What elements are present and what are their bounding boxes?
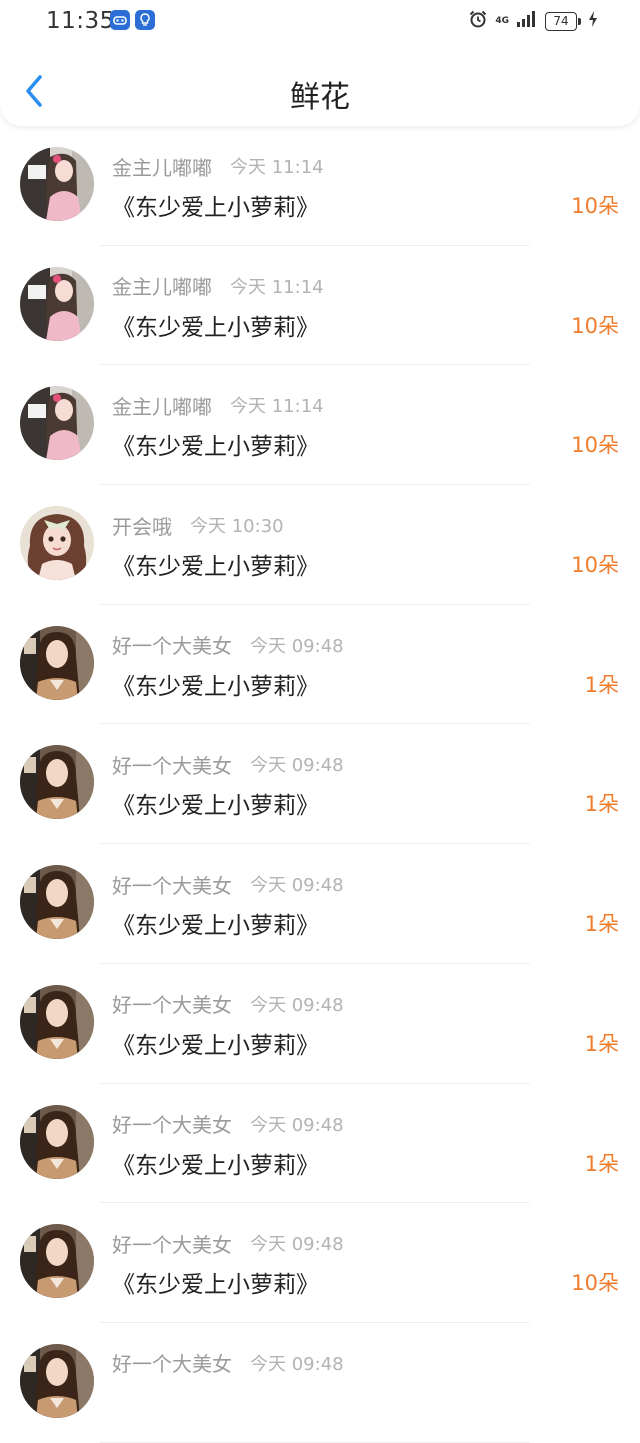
list-item[interactable]: 金主儿嘟嘟 今天 11:14 《东少爱上小萝莉》 10朵: [0, 365, 640, 486]
timestamp: 今天 11:14: [230, 396, 324, 418]
avatar[interactable]: [20, 266, 94, 341]
user-name: 金主儿嘟嘟: [112, 155, 212, 180]
flower-count: 10朵: [571, 433, 619, 458]
app-header: 11:35 4G 74 鲜花: [0, 0, 640, 126]
timestamp: 今天 09:48: [250, 1114, 344, 1136]
book-title: 《东少爱上小萝莉》: [112, 1152, 319, 1179]
item-meta: 好一个大美女 今天 09:48: [112, 631, 344, 659]
avatar[interactable]: [20, 147, 94, 221]
timestamp: 今天 10:30: [190, 516, 284, 538]
avatar[interactable]: [20, 745, 94, 820]
list-item[interactable]: 好一个大美女 今天 09:48 《东少爱上小萝莉》 1朵: [0, 1084, 640, 1204]
network-label: 4G: [495, 15, 509, 26]
item-meta: 好一个大美女 今天 09:48: [112, 1229, 344, 1257]
timestamp: 今天 09:48: [250, 635, 344, 657]
user-name: 好一个大美女: [112, 1232, 232, 1257]
list-item[interactable]: 金主儿嘟嘟 今天 11:14 《东少爱上小萝莉》 10朵: [0, 126, 640, 246]
flower-count: 1朵: [584, 912, 619, 937]
list-item[interactable]: 好一个大美女 今天 09:48 《东少爱上小萝莉》 1朵: [0, 964, 640, 1084]
flower-list: 金主儿嘟嘟 今天 11:14 《东少爱上小萝莉》 10朵 金主儿嘟嘟 今天 11:14 《东…: [0, 126, 640, 1443]
charging-icon: [588, 10, 598, 32]
avatar[interactable]: [20, 386, 94, 461]
list-item[interactable]: 好一个大美女 今天 09:48 《东少爱上小萝莉》 1朵: [0, 844, 640, 964]
user-name: 好一个大美女: [112, 753, 232, 778]
battery-icon: 74: [545, 11, 581, 31]
avatar[interactable]: [20, 984, 94, 1059]
avatar[interactable]: [20, 1343, 94, 1418]
item-meta: 金主儿嘟嘟 今天 11:14: [112, 152, 324, 180]
timestamp: 今天 09:48: [250, 755, 344, 777]
lightbulb-icon: [135, 10, 155, 30]
avatar[interactable]: [20, 1224, 94, 1299]
list-item[interactable]: 好一个大美女 今天 09:48 《东少爱上小萝莉》 1朵: [0, 605, 640, 725]
list-item[interactable]: 好一个大美女 今天 09:48: [0, 1323, 640, 1443]
user-name: 好一个大美女: [112, 1113, 232, 1137]
book-title: 《东少爱上小萝莉》: [112, 554, 319, 581]
book-title: 《东少爱上小萝莉》: [112, 913, 319, 940]
flower-count: 1朵: [584, 672, 619, 697]
user-name: 好一个大美女: [112, 993, 232, 1018]
divider: [100, 1441, 530, 1443]
avatar[interactable]: [20, 506, 94, 581]
list-item[interactable]: 开会哦 今天 10:30 《东少爱上小萝莉》 10朵: [0, 485, 640, 605]
timestamp: 今天 09:48: [250, 1234, 344, 1256]
item-meta: 金主儿嘟嘟 今天 11:14: [112, 272, 324, 300]
flower-count: 1朵: [584, 1151, 619, 1176]
user-name: 好一个大美女: [112, 634, 232, 659]
item-meta: 好一个大美女 今天 09:48: [112, 750, 344, 778]
list-item[interactable]: 好一个大美女 今天 09:48 《东少爱上小萝莉》 10朵: [0, 1203, 640, 1323]
book-title: 《东少爱上小萝莉》: [112, 793, 319, 820]
page-title: 鲜花: [290, 80, 350, 115]
book-title: 《东少爱上小萝莉》: [112, 1032, 319, 1059]
user-name: 好一个大美女: [112, 1352, 232, 1377]
user-name: 开会哦: [112, 514, 172, 539]
user-name: 金主儿嘟嘟: [112, 394, 212, 419]
flower-count: 10朵: [571, 1271, 619, 1296]
timestamp: 今天 09:48: [250, 875, 344, 897]
item-meta: 好一个大美女 今天 09:48: [112, 1110, 344, 1138]
item-meta: 好一个大美女 今天 09:48: [112, 1349, 344, 1377]
alarm-icon: [468, 9, 488, 33]
flower-count: 10朵: [571, 194, 619, 218]
book-title: 《东少爱上小萝莉》: [112, 434, 319, 461]
game-controller-icon: [110, 10, 130, 30]
user-name: 好一个大美女: [112, 873, 232, 898]
book-title: 《东少爱上小萝莉》: [112, 314, 319, 341]
timestamp: 今天 09:48: [250, 1353, 344, 1375]
item-meta: 开会哦 今天 10:30: [112, 511, 284, 539]
flower-count: 10朵: [571, 313, 619, 338]
timestamp: 今天 11:14: [230, 157, 324, 178]
flower-count: 1朵: [584, 1031, 619, 1056]
book-title: 《东少爱上小萝莉》: [112, 673, 319, 700]
timestamp: 今天 11:14: [230, 276, 324, 298]
item-meta: 好一个大美女 今天 09:48: [112, 870, 344, 898]
status-indicators: 4G 74: [468, 9, 598, 33]
signal-icon: [516, 10, 538, 32]
avatar[interactable]: [20, 625, 94, 700]
item-meta: 好一个大美女 今天 09:48: [112, 990, 344, 1018]
list-item[interactable]: 金主儿嘟嘟 今天 11:14 《东少爱上小萝莉》 10朵: [0, 246, 640, 366]
flower-count: 1朵: [584, 792, 619, 817]
timestamp: 今天 09:48: [250, 994, 344, 1016]
book-title: 《东少爱上小萝莉》: [112, 1272, 319, 1299]
book-title: 《东少爱上小萝莉》: [112, 195, 319, 221]
flower-count: 10朵: [571, 553, 619, 578]
status-bar: 11:35 4G 74: [0, 0, 640, 44]
avatar[interactable]: [20, 1104, 94, 1179]
avatar[interactable]: [20, 865, 94, 940]
user-name: 金主儿嘟嘟: [112, 275, 212, 300]
item-meta: 金主儿嘟嘟 今天 11:14: [112, 391, 324, 419]
list-item[interactable]: 好一个大美女 今天 09:48 《东少爱上小萝莉》 1朵: [0, 724, 640, 845]
status-time: 11:35: [46, 8, 115, 34]
